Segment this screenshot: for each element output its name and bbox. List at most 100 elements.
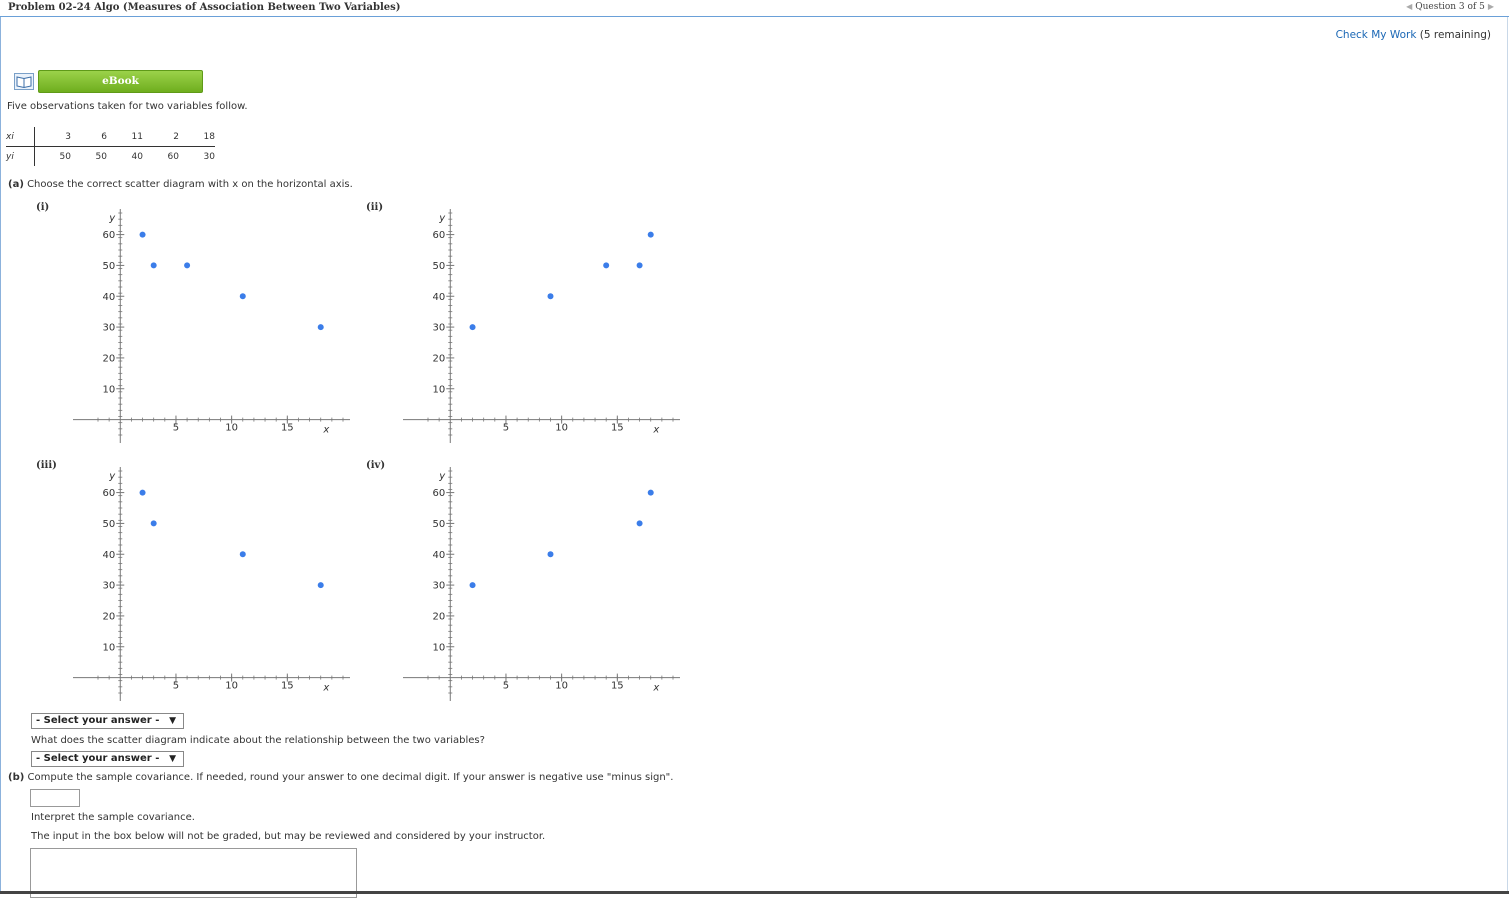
- remaining-count: (5 remaining): [1419, 29, 1491, 41]
- data-point: [239, 551, 246, 558]
- x-tick-label: 5: [173, 681, 179, 692]
- data-point: [317, 324, 324, 331]
- data-point: [469, 582, 476, 589]
- y-label: yi: [6, 146, 35, 166]
- plot-label-i: (i): [36, 202, 50, 213]
- x-tick-label: 15: [281, 681, 294, 692]
- x-tick-label: 15: [611, 423, 624, 434]
- check-my-work-link[interactable]: Check My Work: [1336, 29, 1417, 41]
- data-point: [139, 231, 146, 238]
- y-axis-label: y: [438, 471, 446, 482]
- data-point: [150, 520, 157, 527]
- scatter-plot-ii[interactable]: 5 10 15 10 20 30 40 50 60 x y: [400, 205, 680, 445]
- x-label: xi: [6, 127, 35, 147]
- dropdown-arrow-icon: ▼: [169, 716, 176, 726]
- data-point: [184, 262, 191, 269]
- scatter-plot-i[interactable]: 5 10 15 10 20 30 40 50 60 x y: [70, 205, 350, 445]
- y-tick-label: 20: [103, 611, 116, 622]
- part-a-prompt: (a) Choose the correct scatter diagram w…: [8, 179, 353, 190]
- part-b-text: Compute the sample covariance. If needed…: [27, 772, 674, 783]
- y-tick-label: 50: [103, 519, 116, 530]
- dropdown-arrow-icon: ▼: [169, 754, 176, 764]
- data-point: [647, 231, 654, 238]
- left-border: [0, 17, 1, 894]
- x-value: 11: [107, 127, 143, 147]
- data-point: [139, 489, 146, 496]
- select-value: - Select your answer -: [36, 753, 160, 764]
- x-tick-label: 15: [611, 681, 624, 692]
- next-question-icon[interactable]: ▶: [1488, 2, 1494, 11]
- x-tick-label: 10: [225, 423, 238, 434]
- y-tick-label: 60: [103, 488, 116, 499]
- y-tick-label: 40: [103, 292, 116, 303]
- y-tick-label: 20: [433, 353, 446, 364]
- observations-table: xi 3 6 11 2 18 yi 50 50 40 60 30: [6, 127, 215, 166]
- y-tick-label: 40: [433, 292, 446, 303]
- y-tick-label: 10: [433, 642, 446, 653]
- data-point: [636, 262, 643, 269]
- y-tick-label: 40: [103, 550, 116, 561]
- check-my-work: Check My Work (5 remaining): [1336, 29, 1491, 41]
- y-tick-label: 20: [433, 611, 446, 622]
- x-axis-label: x: [652, 425, 659, 436]
- y-tick-label: 10: [103, 642, 116, 653]
- interpret-label: Interpret the sample covariance.: [31, 812, 195, 823]
- scatter-plot-iv[interactable]: 5 10 15 10 20 30 40 50 60 x y: [400, 463, 680, 703]
- scatter-plot-iii[interactable]: 5 10 15 10 20 30 40 50 60 x y: [70, 463, 350, 703]
- data-point: [636, 520, 643, 527]
- x-value: 3: [34, 127, 71, 147]
- y-tick-label: 50: [433, 519, 446, 530]
- scatter-diagram-select[interactable]: - Select your answer - ▼: [31, 713, 184, 729]
- x-tick-label: 5: [503, 681, 509, 692]
- y-axis-label: y: [108, 213, 116, 224]
- y-value: 50: [59, 151, 71, 162]
- x-axis-label: x: [322, 683, 329, 694]
- x-axis-label: x: [322, 425, 329, 436]
- covariance-input[interactable]: [30, 789, 80, 807]
- grading-note: The input in the box below will not be g…: [31, 831, 546, 842]
- right-border: [1507, 17, 1508, 894]
- plot-label-ii: (ii): [366, 202, 384, 213]
- x-value: 18: [179, 127, 215, 147]
- top-bar: Problem 02-24 Algo (Measures of Associat…: [0, 0, 1509, 17]
- data-point: [647, 489, 654, 496]
- part-b-tag: (b): [8, 772, 25, 783]
- y-tick-label: 50: [433, 261, 446, 272]
- y-row: yi 50 50 40 60 30: [6, 146, 215, 166]
- y-value: 40: [131, 151, 143, 162]
- ebook-button[interactable]: eBook: [38, 70, 203, 93]
- data-point: [469, 324, 476, 331]
- plot-label-iv: (iv): [366, 460, 386, 471]
- question-nav: ◀ Question 3 of 5 ▶: [1403, 2, 1497, 12]
- y-tick-label: 60: [103, 230, 116, 241]
- question-counter: Question 3 of 5: [1415, 2, 1485, 12]
- problem-title: Problem 02-24 Algo (Measures of Associat…: [8, 2, 401, 13]
- x-value: 2: [143, 127, 179, 147]
- data-point: [150, 262, 157, 269]
- data-point: [239, 293, 246, 300]
- y-value: 60: [167, 151, 179, 162]
- relationship-select[interactable]: - Select your answer - ▼: [31, 751, 184, 767]
- part-b-prompt: (b) Compute the sample covariance. If ne…: [8, 772, 673, 783]
- book-icon[interactable]: [14, 73, 34, 90]
- data-point: [317, 582, 324, 589]
- relationship-question: What does the scatter diagram indicate a…: [31, 735, 485, 746]
- y-tick-label: 30: [433, 581, 446, 592]
- x-value: 6: [71, 127, 107, 147]
- y-tick-label: 50: [103, 261, 116, 272]
- y-tick-label: 20: [103, 353, 116, 364]
- x-tick-label: 10: [555, 423, 568, 434]
- y-tick-label: 10: [103, 384, 116, 395]
- intro-text: Five observations taken for two variable…: [7, 101, 248, 112]
- data-point: [547, 551, 554, 558]
- y-tick-label: 40: [433, 550, 446, 561]
- y-tick-label: 30: [103, 323, 116, 334]
- y-tick-label: 60: [433, 488, 446, 499]
- prev-question-icon[interactable]: ◀: [1406, 2, 1412, 11]
- select-value: - Select your answer -: [36, 715, 160, 726]
- x-row: xi 3 6 11 2 18: [6, 127, 215, 147]
- y-tick-label: 10: [433, 384, 446, 395]
- x-tick-label: 5: [503, 423, 509, 434]
- x-axis-label: x: [652, 683, 659, 694]
- plot-label-iii: (iii): [36, 460, 57, 471]
